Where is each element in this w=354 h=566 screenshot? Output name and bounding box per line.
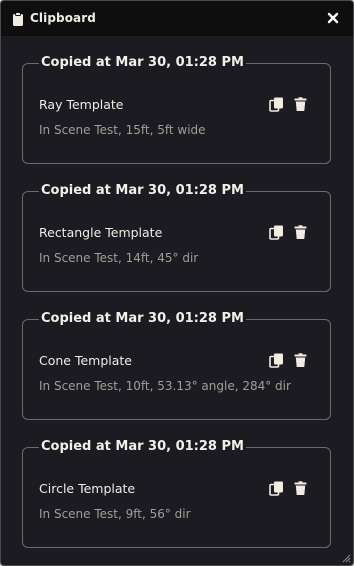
resize-handle-icon[interactable] bbox=[341, 553, 351, 563]
entry-name: Rectangle Template bbox=[39, 225, 163, 240]
entry-description: In Scene Test, 15ft, 5ft wide bbox=[39, 123, 206, 137]
trash-icon[interactable] bbox=[293, 97, 308, 112]
clipboard-entry: Copied at Mar 30, 01:28 PM Circle Templa… bbox=[22, 438, 331, 548]
window-titlebar[interactable]: Clipboard bbox=[1, 1, 353, 36]
entry-actions bbox=[269, 97, 308, 112]
clipboard-icon bbox=[13, 12, 23, 26]
clipboard-window: Clipboard Copied at Mar 30, 01:28 PM Ray… bbox=[0, 0, 354, 566]
clipboard-entry: Copied at Mar 30, 01:28 PM Cone Template… bbox=[22, 310, 331, 420]
clipboard-entry: Copied at Mar 30, 01:28 PM Rectangle Tem… bbox=[22, 182, 331, 292]
entry-description: In Scene Test, 14ft, 45° dir bbox=[39, 251, 199, 265]
trash-icon[interactable] bbox=[293, 353, 308, 368]
trash-icon[interactable] bbox=[293, 481, 308, 496]
copied-timestamp: Copied at Mar 30, 01:28 PM bbox=[39, 438, 246, 456]
entry-description: In Scene Test, 9ft, 56° dir bbox=[39, 507, 191, 521]
copy-icon[interactable] bbox=[269, 353, 284, 368]
close-icon[interactable] bbox=[326, 11, 340, 25]
entry-actions bbox=[269, 225, 308, 240]
entry-actions bbox=[269, 353, 308, 368]
copy-icon[interactable] bbox=[269, 481, 284, 496]
window-title: Clipboard bbox=[30, 11, 96, 25]
clipboard-list: Copied at Mar 30, 01:28 PM Ray Template … bbox=[1, 36, 353, 565]
copied-timestamp: Copied at Mar 30, 01:28 PM bbox=[39, 310, 246, 328]
copy-icon[interactable] bbox=[269, 225, 284, 240]
copied-timestamp: Copied at Mar 30, 01:28 PM bbox=[39, 182, 246, 200]
entry-actions bbox=[269, 481, 308, 496]
clipboard-entry: Copied at Mar 30, 01:28 PM Ray Template … bbox=[22, 54, 331, 164]
entry-name: Ray Template bbox=[39, 97, 124, 112]
copied-timestamp: Copied at Mar 30, 01:28 PM bbox=[39, 54, 246, 72]
entry-description: In Scene Test, 10ft, 53.13° angle, 284° … bbox=[39, 379, 291, 393]
trash-icon[interactable] bbox=[293, 225, 308, 240]
entry-name: Circle Template bbox=[39, 481, 136, 496]
copy-icon[interactable] bbox=[269, 97, 284, 112]
entry-name: Cone Template bbox=[39, 353, 132, 368]
